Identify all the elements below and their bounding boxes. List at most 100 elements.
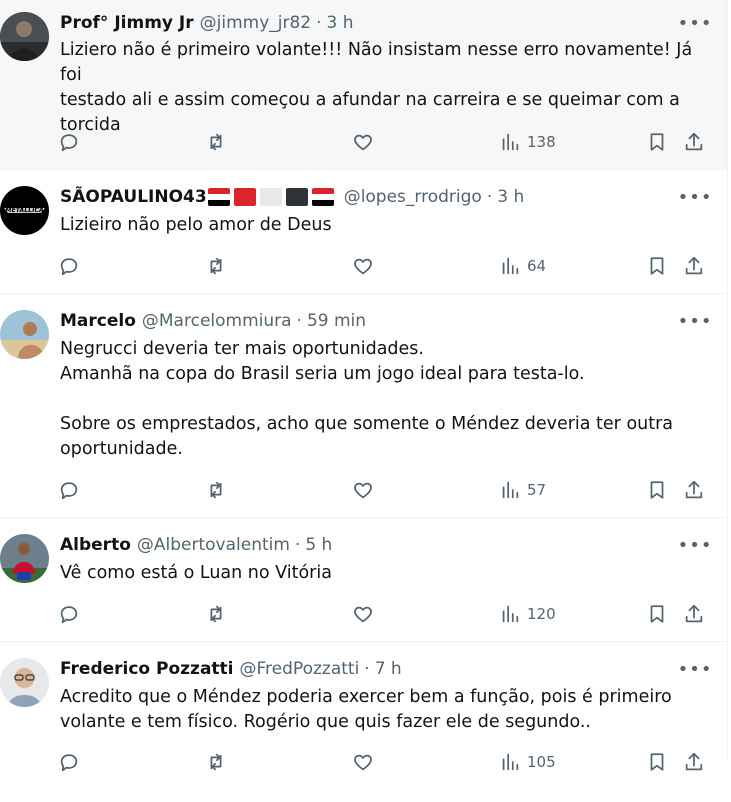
author-handle[interactable]: @Albertovalentim	[137, 535, 290, 555]
views-icon	[502, 133, 519, 151]
action-bar: 64	[58, 252, 708, 280]
avatar[interactable]	[0, 658, 49, 707]
views-count: 138	[527, 133, 556, 151]
tweet-5[interactable]: Frederico Pozzatti @FredPozzatti · 7 h •…	[0, 642, 727, 802]
tweet-header: Alberto @Albertovalentim · 5 h	[60, 534, 332, 556]
avatar-photo-man-icon	[0, 12, 49, 61]
reply-button[interactable]	[58, 128, 80, 156]
retweet-button[interactable]	[205, 476, 227, 504]
retweet-icon	[210, 133, 222, 151]
tweet-3[interactable]: Marcelo @Marcelommiura · 59 min ••• Negr…	[0, 294, 727, 518]
avatar[interactable]	[0, 12, 49, 61]
more-icon[interactable]: •••	[678, 186, 712, 208]
views-count: 105	[527, 753, 556, 771]
action-bar: 138	[58, 128, 708, 156]
share-button[interactable]	[683, 476, 705, 504]
timestamp[interactable]: 5 h	[305, 535, 332, 555]
views-button[interactable]: 120	[499, 600, 556, 628]
retweet-button[interactable]	[205, 600, 227, 628]
tweet-1[interactable]: Prof° Jimmy Jr @jimmy_jr82 · 3 h ••• Liz…	[0, 0, 727, 170]
share-icon	[685, 752, 703, 771]
author-handle[interactable]: @jimmy_jr82	[200, 13, 311, 33]
retweet-button[interactable]	[205, 128, 227, 156]
timestamp[interactable]: 59 min	[307, 311, 366, 331]
avatar[interactable]	[0, 534, 49, 583]
avatar[interactable]: METALLICA	[0, 186, 49, 235]
author-name[interactable]: Alberto	[60, 535, 131, 555]
views-button[interactable]: 105	[499, 748, 556, 776]
bookmark-button[interactable]	[646, 600, 668, 628]
like-button[interactable]	[352, 476, 374, 504]
reply-icon	[60, 606, 78, 624]
action-bar: 105	[58, 748, 708, 776]
bookmark-button[interactable]	[646, 748, 668, 776]
like-icon	[354, 606, 372, 623]
retweet-button[interactable]	[205, 748, 227, 776]
tweet-text: Liziero não é primeiro volante!!! Não in…	[60, 40, 693, 135]
like-button[interactable]	[352, 748, 374, 776]
bookmark-icon	[650, 481, 664, 499]
reply-icon	[60, 754, 78, 772]
views-icon	[502, 257, 519, 275]
white-square-icon	[259, 188, 282, 206]
views-button[interactable]: 64	[499, 252, 546, 280]
separator: ·	[296, 311, 302, 331]
avatar-photo-player-icon	[0, 534, 49, 583]
reply-button[interactable]	[58, 252, 80, 280]
share-button[interactable]	[683, 128, 705, 156]
tweet-2[interactable]: METALLICA SÃOPAULINO43 @lopes_rrodrigo ·…	[0, 170, 727, 294]
views-button[interactable]: 57	[499, 476, 546, 504]
timestamp[interactable]: 7 h	[375, 659, 402, 679]
author-name[interactable]: SÃOPAULINO43	[60, 187, 207, 207]
author-name[interactable]: Frederico Pozzatti	[60, 659, 234, 679]
separator: ·	[316, 13, 322, 33]
author-handle[interactable]: @lopes_rrodrigo	[344, 187, 482, 207]
reply-button[interactable]	[58, 476, 80, 504]
action-bar: 57	[58, 476, 708, 504]
like-button[interactable]	[352, 128, 374, 156]
more-icon[interactable]: •••	[678, 310, 712, 332]
reply-button[interactable]	[58, 748, 80, 776]
views-button[interactable]: 138	[499, 128, 556, 156]
share-button[interactable]	[683, 600, 705, 628]
retweet-icon	[210, 605, 222, 623]
like-icon	[354, 754, 372, 771]
tweet-text: Lizieiro não pelo amor de Deus	[60, 215, 332, 235]
more-icon[interactable]: •••	[678, 12, 712, 34]
black-square-icon	[285, 188, 308, 206]
avatar-photo-beach-icon	[0, 310, 49, 359]
more-icon[interactable]: •••	[678, 534, 712, 556]
sao-paulo-flag-icon	[207, 188, 230, 206]
reply-icon	[60, 134, 78, 152]
views-icon	[502, 481, 519, 499]
sao-paulo-flag-icon	[311, 188, 334, 206]
retweet-button[interactable]	[205, 252, 227, 280]
bookmark-icon	[650, 753, 664, 771]
like-button[interactable]	[352, 252, 374, 280]
timestamp[interactable]: 3 h	[497, 187, 524, 207]
timestamp[interactable]: 3 h	[327, 13, 354, 33]
tweet-header: Frederico Pozzatti @FredPozzatti · 7 h	[60, 658, 402, 680]
avatar[interactable]	[0, 310, 49, 359]
tweet-4[interactable]: Alberto @Albertovalentim · 5 h ••• Vê co…	[0, 518, 727, 642]
bookmark-button[interactable]	[646, 128, 668, 156]
separator: ·	[364, 659, 370, 679]
author-name[interactable]: Prof° Jimmy Jr	[60, 13, 194, 33]
share-icon	[685, 480, 703, 499]
reply-icon	[60, 258, 78, 276]
bookmark-button[interactable]	[646, 476, 668, 504]
share-button[interactable]	[683, 748, 705, 776]
share-button[interactable]	[683, 252, 705, 280]
action-bar: 120	[58, 600, 708, 628]
retweet-icon	[210, 753, 222, 771]
reply-button[interactable]	[58, 600, 80, 628]
separator: ·	[486, 187, 493, 207]
bookmark-button[interactable]	[646, 252, 668, 280]
tweet-header: Prof° Jimmy Jr @jimmy_jr82 · 3 h	[60, 12, 354, 34]
more-icon[interactable]: •••	[678, 658, 712, 680]
author-handle[interactable]: @Marcelommiura	[142, 311, 292, 331]
like-button[interactable]	[352, 600, 374, 628]
author-handle[interactable]: @FredPozzatti	[240, 659, 360, 679]
author-name[interactable]: Marcelo	[60, 311, 136, 331]
name-flags	[207, 188, 338, 206]
